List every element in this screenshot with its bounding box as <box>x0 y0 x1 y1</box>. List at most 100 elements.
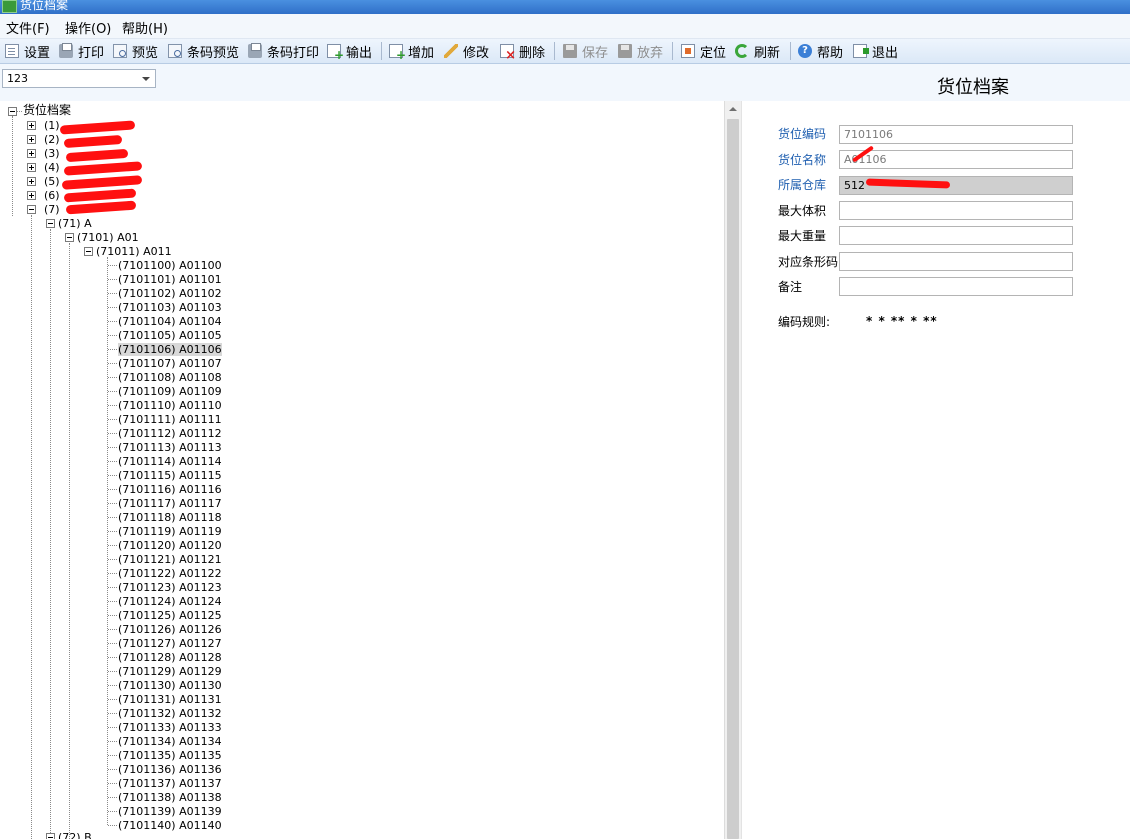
tree-node-72[interactable]: (72) B <box>58 831 92 839</box>
refresh-button[interactable]: 刷新 <box>735 42 780 61</box>
tree-leaf[interactable]: (7101125) A01125 <box>118 609 222 622</box>
tree-node[interactable]: (4) <box>44 161 60 174</box>
barcode-print-button[interactable]: 条码打印 <box>248 42 319 61</box>
scrollbar-thumb[interactable] <box>727 119 739 839</box>
locate-button[interactable]: 定位 <box>681 42 726 61</box>
collapse-icon[interactable] <box>65 233 74 242</box>
tree-leaf[interactable]: (7101119) A01119 <box>118 525 222 538</box>
expand-icon[interactable] <box>27 149 36 158</box>
tree-leaf[interactable]: (7101106) A01106 <box>118 343 222 356</box>
discard-button[interactable]: 放弃 <box>618 42 663 61</box>
tree-leaf[interactable]: (7101104) A01104 <box>118 315 222 328</box>
tree-leaf[interactable]: (7101120) A01120 <box>118 539 222 552</box>
menu-help[interactable]: 帮助(H) <box>122 18 168 37</box>
remark-field[interactable] <box>839 277 1073 296</box>
collapse-icon[interactable] <box>8 107 17 116</box>
collapse-icon[interactable] <box>84 247 93 256</box>
expand-icon[interactable] <box>27 135 36 144</box>
tree-root[interactable]: 货位档案 <box>23 104 71 117</box>
tree-leaf[interactable]: (7101135) A01135 <box>118 749 222 762</box>
tree-leaf[interactable]: (7101137) A01137 <box>118 777 222 790</box>
tree-leaf[interactable]: (7101103) A01103 <box>118 301 222 314</box>
barcode-preview-button[interactable]: 条码预览 <box>168 42 239 61</box>
tree-leaf[interactable]: (7101130) A01130 <box>118 679 222 692</box>
tree-leaf[interactable]: (7101110) A01110 <box>118 399 222 412</box>
tree-leaf[interactable]: (7101136) A01136 <box>118 763 222 776</box>
expand-icon[interactable] <box>27 177 36 186</box>
tree-leaf[interactable]: (7101129) A01129 <box>118 665 222 678</box>
app-icon <box>2 0 17 13</box>
expand-icon[interactable] <box>27 191 36 200</box>
max-weight-field[interactable] <box>839 226 1073 245</box>
tree-leaf[interactable]: (7101118) A01118 <box>118 511 222 524</box>
tree-leaf[interactable]: (7101114) A01114 <box>118 455 222 468</box>
tree-scrollbar[interactable] <box>724 101 742 839</box>
tree-node[interactable]: (1) <box>44 119 60 132</box>
name-label[interactable]: 货位名称 <box>778 151 826 168</box>
tree-leaf[interactable]: (7101112) A01112 <box>118 427 222 440</box>
tree-leaf[interactable]: (7101138) A01138 <box>118 791 222 804</box>
tree-node[interactable]: (6) <box>44 189 60 202</box>
tree-leaf[interactable]: (7101100) A01100 <box>118 259 222 272</box>
add-button[interactable]: 增加 <box>389 42 434 62</box>
print-button[interactable]: 打印 <box>59 42 104 61</box>
tree-node[interactable]: (2) <box>44 133 60 146</box>
code-field[interactable]: 7101106 <box>839 125 1073 144</box>
barcode-field[interactable] <box>839 252 1073 271</box>
tree-leaf[interactable]: (7101124) A01124 <box>118 595 222 608</box>
tree-leaf[interactable]: (7101140) A01140 <box>118 819 222 832</box>
tree-leaf[interactable]: (7101128) A01128 <box>118 651 222 664</box>
tree-connector <box>108 685 117 686</box>
tree-leaf[interactable]: (7101115) A01115 <box>118 469 222 482</box>
collapse-icon[interactable] <box>27 205 36 214</box>
name-field[interactable]: A01106 <box>839 150 1073 169</box>
export-button[interactable]: 输出 <box>327 42 372 62</box>
tree-leaf[interactable]: (7101109) A01109 <box>118 385 222 398</box>
tree-leaf[interactable]: (7101107) A01107 <box>118 357 222 370</box>
preview-button[interactable]: 预览 <box>113 42 158 61</box>
tree-leaf[interactable]: (7101113) A01113 <box>118 441 222 454</box>
scroll-up-icon[interactable] <box>729 107 737 111</box>
tree-leaf[interactable]: (7101127) A01127 <box>118 637 222 650</box>
tree-node-7101[interactable]: (7101) A01 <box>77 231 139 244</box>
setup-button[interactable]: 设置 <box>5 42 50 61</box>
tree-leaf[interactable]: (7101101) A01101 <box>118 273 222 286</box>
code-label[interactable]: 货位编码 <box>778 125 826 142</box>
tree-leaf[interactable]: (7101126) A01126 <box>118 623 222 636</box>
tree-leaf[interactable]: (7101111) A01111 <box>118 413 222 426</box>
tree-leaf[interactable]: (7101133) A01133 <box>118 721 222 734</box>
tree-leaf[interactable]: (7101117) A01117 <box>118 497 222 510</box>
collapse-icon[interactable] <box>46 219 55 228</box>
filter-combobox[interactable]: 123 <box>2 69 156 88</box>
exit-button[interactable]: 退出 <box>853 42 898 61</box>
tree-leaf[interactable]: (7101122) A01122 <box>118 567 222 580</box>
tree-leaf[interactable]: (7101116) A01116 <box>118 483 222 496</box>
max-volume-field[interactable] <box>839 201 1073 220</box>
edit-button[interactable]: 修改 <box>444 42 489 61</box>
chevron-down-icon[interactable] <box>142 77 150 81</box>
tree-leaf[interactable]: (7101139) A01139 <box>118 805 222 818</box>
tree-pane: 货位档案 (1) (2) (3) (4) (5) (6) (7) (71) A … <box>0 101 725 839</box>
warehouse-label[interactable]: 所属仓库 <box>778 176 826 193</box>
delete-button[interactable]: 删除 <box>500 42 545 63</box>
expand-icon[interactable] <box>27 121 36 130</box>
tree-leaf[interactable]: (7101132) A01132 <box>118 707 222 720</box>
tree-leaf[interactable]: (7101123) A01123 <box>118 581 222 594</box>
expand-icon[interactable] <box>27 163 36 172</box>
tree-leaf[interactable]: (7101134) A01134 <box>118 735 222 748</box>
tree-leaf[interactable]: (7101105) A01105 <box>118 329 222 342</box>
tree-node-71[interactable]: (71) A <box>58 217 92 230</box>
help-button[interactable]: ? 帮助 <box>798 42 843 61</box>
save-button[interactable]: 保存 <box>563 42 608 61</box>
tree-leaf[interactable]: (7101121) A01121 <box>118 553 222 566</box>
expand-icon[interactable] <box>46 833 55 839</box>
tree-node[interactable]: (5) <box>44 175 60 188</box>
tree-node[interactable]: (7) <box>44 203 60 216</box>
tree-node[interactable]: (3) <box>44 147 60 160</box>
tree-leaf[interactable]: (7101102) A01102 <box>118 287 222 300</box>
menu-operation[interactable]: 操作(O) <box>65 18 111 37</box>
redaction-mark <box>61 175 143 190</box>
menu-file[interactable]: 文件(F) <box>6 18 50 37</box>
tree-leaf[interactable]: (7101131) A01131 <box>118 693 222 706</box>
tree-leaf[interactable]: (7101108) A01108 <box>118 371 222 384</box>
